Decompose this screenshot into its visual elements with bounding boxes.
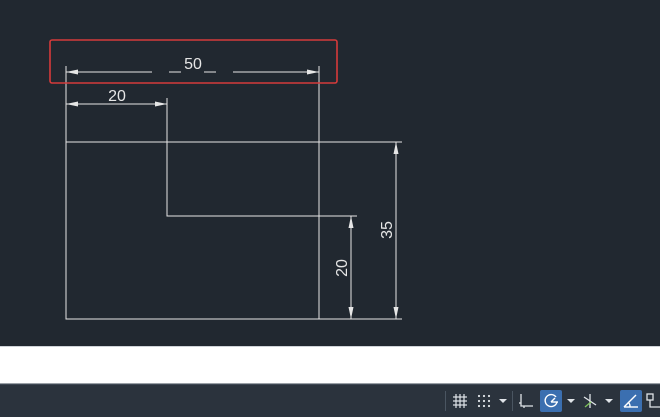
arrowhead <box>66 101 78 107</box>
arrowhead <box>393 307 399 319</box>
dimension-text-50: 50 <box>184 56 202 73</box>
ortho-icon[interactable] <box>516 390 536 412</box>
arrowhead <box>393 142 399 154</box>
snap-dropdown-icon[interactable] <box>497 390 509 412</box>
grid-icon[interactable] <box>450 390 470 412</box>
polar-dropdown-icon[interactable] <box>565 390 577 412</box>
arrowhead <box>348 216 354 228</box>
arrowhead <box>307 69 319 75</box>
status-separator <box>445 391 446 411</box>
dimension-text-35: 35 <box>379 221 396 239</box>
object-snap-tracking-icon[interactable] <box>620 390 642 412</box>
isodraft-icon[interactable] <box>580 390 600 412</box>
object-snap-icon[interactable] <box>645 390 660 412</box>
status-bar <box>0 384 660 417</box>
command-input[interactable] <box>0 347 660 381</box>
shape-outline <box>65 141 320 320</box>
dimension-text-20-top: 20 <box>108 88 126 105</box>
isodraft-dropdown-icon[interactable] <box>603 390 615 412</box>
arrowhead <box>66 69 78 75</box>
polar-tracking-icon[interactable] <box>540 390 562 412</box>
command-line[interactable] <box>0 346 660 384</box>
drawing-canvas[interactable]: 50 20 35 20 <box>0 0 660 342</box>
arrowhead <box>348 307 354 319</box>
dimension-text-20-right: 20 <box>334 259 351 277</box>
status-separator <box>512 391 513 411</box>
snap-icon[interactable] <box>474 390 494 412</box>
arrowhead <box>155 101 167 107</box>
